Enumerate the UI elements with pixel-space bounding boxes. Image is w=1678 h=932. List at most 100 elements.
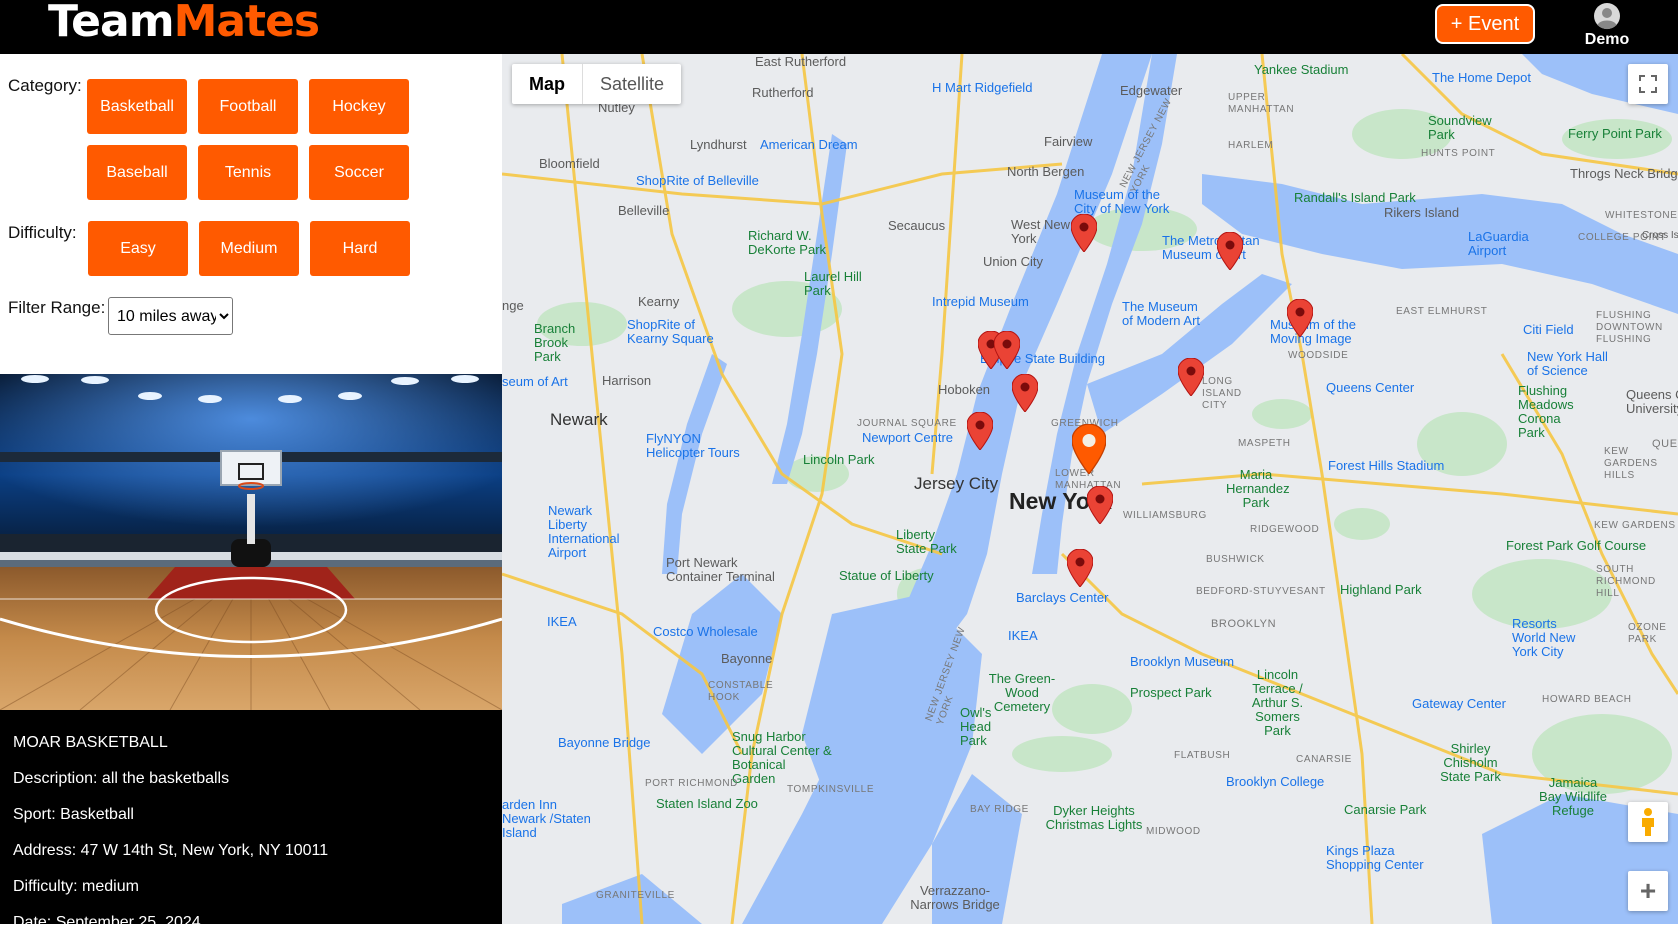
event-basketball-court-image — [0, 374, 502, 710]
map-label-barclays: Barclays Center — [1016, 590, 1109, 605]
map-label-shoprite-kearny: ShopRite of Kearny Square — [627, 317, 714, 346]
map-label-laurel-hill: Laurel Hill Park — [804, 269, 862, 298]
map-label-bed-stuy: BEDFORD-STUYVESANT — [1196, 586, 1326, 597]
map-type-map-button[interactable]: Map — [512, 64, 583, 104]
map-label-harrison: Harrison — [602, 373, 652, 388]
map-label-intrepid: Intrepid Museum — [932, 294, 1029, 309]
map-label-staten-island-zoo: Staten Island Zoo — [656, 796, 758, 811]
map-label-queens-university: Queens C University — [1626, 387, 1678, 416]
map-label-secaucus: Secaucus — [888, 218, 946, 233]
map-label-museum-art-newark: seum of Art — [502, 374, 568, 389]
map-label-west-new-york: West New York — [1011, 217, 1070, 246]
map-label-museum-moving-image: Museum of the Moving Image — [1270, 317, 1356, 346]
event-pin[interactable] — [1067, 549, 1093, 587]
map-label-flushing-meadows: Flushing Meadows Corona Park — [1518, 383, 1574, 440]
event-pin[interactable] — [1178, 358, 1204, 396]
category-tennis-button[interactable]: Tennis — [198, 145, 298, 200]
add-event-button[interactable]: + Event — [1435, 4, 1535, 44]
selected-event-pin[interactable] — [1072, 424, 1106, 474]
map-label-dyker-heights: Dyker Heights Christmas Lights — [1045, 803, 1143, 832]
category-basketball-button[interactable]: Basketball — [87, 79, 187, 134]
map-label-queens-center: Queens Center — [1326, 380, 1415, 395]
event-pin[interactable] — [1217, 232, 1243, 270]
event-pin[interactable] — [1087, 486, 1113, 524]
map-type-satellite-button[interactable]: Satellite — [583, 64, 681, 104]
map-label-jamaica-bay: Jamaica Bay Wildlife Refuge — [1539, 775, 1607, 818]
map-label-american-dream: American Dream — [760, 137, 858, 152]
zoom-in-button[interactable]: + — [1628, 871, 1668, 911]
category-soccer-button[interactable]: Soccer — [309, 145, 409, 200]
map-label-rikers: Rikers Island — [1384, 205, 1460, 220]
fullscreen-button[interactable] — [1628, 64, 1668, 104]
map-label-east-elmhurst: EAST ELMHURST — [1396, 306, 1488, 317]
event-address: Address: 47 W 14th St, New York, NY 1001… — [13, 842, 329, 859]
map-label-branch-brook: Branch Brook Park — [534, 321, 576, 364]
pegman-icon — [1642, 808, 1654, 836]
map-label-resorts-world: Resorts World New York City — [1512, 616, 1576, 659]
filter-panel: Category: Basketball Football Hockey Bas… — [0, 54, 502, 931]
map-label-randalls-island: Randall's Island Park — [1294, 190, 1416, 205]
map-label-forest-park-golf: Forest Park Golf Course — [1506, 538, 1647, 553]
event-date: Date: September 25, 2024 — [13, 914, 201, 931]
map-label-flynyon: FlyNYON Helicopter Tours — [646, 431, 740, 460]
map-label-nge: nge — [502, 298, 524, 313]
logo-mates-text: Mates — [173, 0, 321, 47]
map-label-ny-hall-science: New York Hall of Science — [1527, 349, 1608, 378]
category-baseball-button[interactable]: Baseball — [87, 145, 187, 200]
map-label-kew-gardens-hills: KEW GARDENS HILLS — [1604, 446, 1658, 481]
map-label-upper-manhattan: UPPER MANHATTAN — [1228, 92, 1295, 115]
event-difficulty: Difficulty: medium — [13, 878, 139, 895]
map-label-port-newark: Port Newark Container Terminal — [666, 555, 775, 584]
difficulty-medium-button[interactable]: Medium — [199, 221, 299, 276]
event-pin[interactable] — [967, 412, 993, 450]
category-label: Category: — [8, 76, 82, 95]
event-pin[interactable] — [1287, 299, 1313, 337]
map-label-long-island-city: LONG ISLAND CITY — [1202, 376, 1242, 411]
map-label-graniteville: GRANITEVILLE — [596, 890, 675, 901]
map-label-north-bergen: North Bergen — [1007, 164, 1085, 179]
map-label-newark: Newark — [550, 410, 608, 429]
map-label-canarsie-park: Canarsie Park — [1344, 802, 1427, 817]
event-pin[interactable] — [1071, 214, 1097, 252]
difficulty-easy-button[interactable]: Easy — [88, 221, 188, 276]
map-label-harlem: HARLEM — [1228, 140, 1274, 151]
map-type-toggle: Map Satellite — [512, 64, 682, 104]
map-view[interactable]: East Rutherford Rutherford Nutley Lyndhu… — [502, 54, 1678, 924]
map-label-port-richmond: PORT RICHMOND — [645, 778, 738, 789]
filter-range-select[interactable]: 10 miles away — [108, 297, 233, 335]
map-label-ferry-point: Ferry Point Park — [1568, 126, 1662, 141]
map-label-bayonne-bridge: Bayonne Bridge — [558, 735, 651, 750]
event-title: MOAR BASKETBALL — [13, 734, 168, 751]
event-details: MOAR BASKETBALL Description: all the bas… — [0, 710, 502, 931]
map-label-journal-square: JOURNAL SQUARE — [857, 418, 957, 429]
event-pin[interactable] — [994, 331, 1020, 369]
map-label-laguardia: LaGuardia Airport — [1468, 229, 1529, 258]
map-label-hunts-point: HUNTS POINT — [1421, 148, 1496, 159]
map-label-snug-harbor: Snug Harbor Cultural Center & Botanical … — [732, 729, 832, 786]
map-label-highland-park: Highland Park — [1340, 582, 1422, 597]
map-label-downtown-flushing: DOWNTOWN FLUSHING — [1596, 322, 1663, 345]
map-label-liberty-state-park: Liberty State Park — [896, 527, 957, 556]
event-pin[interactable] — [1012, 374, 1038, 412]
user-menu[interactable]: Demo — [1575, 2, 1639, 49]
map-label-home-depot: The Home Depot — [1432, 70, 1531, 85]
logo-team-text: Team — [48, 0, 175, 47]
map-label-ozone-park: OZONE PARK — [1628, 622, 1667, 645]
map-label-moma: The Museum of Modern Art — [1122, 299, 1201, 328]
user-avatar-icon — [1594, 3, 1620, 30]
user-name: Demo — [1584, 31, 1630, 48]
map-label-yankee-stadium: Yankee Stadium — [1254, 62, 1349, 77]
map-label-costco: Costco Wholesale — [653, 624, 758, 639]
map-label-ikea-brooklyn: IKEA — [1008, 628, 1038, 643]
difficulty-hard-button[interactable]: Hard — [310, 221, 410, 276]
teammates-logo[interactable]: TeamMates — [48, 0, 321, 48]
fullscreen-icon — [1639, 75, 1657, 93]
map-label-belleville: Belleville — [618, 203, 670, 218]
category-football-button[interactable]: Football — [198, 79, 298, 134]
map-label-queens: QUE — [1652, 438, 1678, 450]
category-hockey-button[interactable]: Hockey — [309, 79, 409, 134]
street-view-button[interactable] — [1628, 802, 1668, 842]
map-label-hoboken: Hoboken — [938, 382, 991, 397]
map-label-jersey-city: Jersey City — [914, 474, 999, 493]
map-label-lyndhurst: Lyndhurst — [690, 137, 747, 152]
